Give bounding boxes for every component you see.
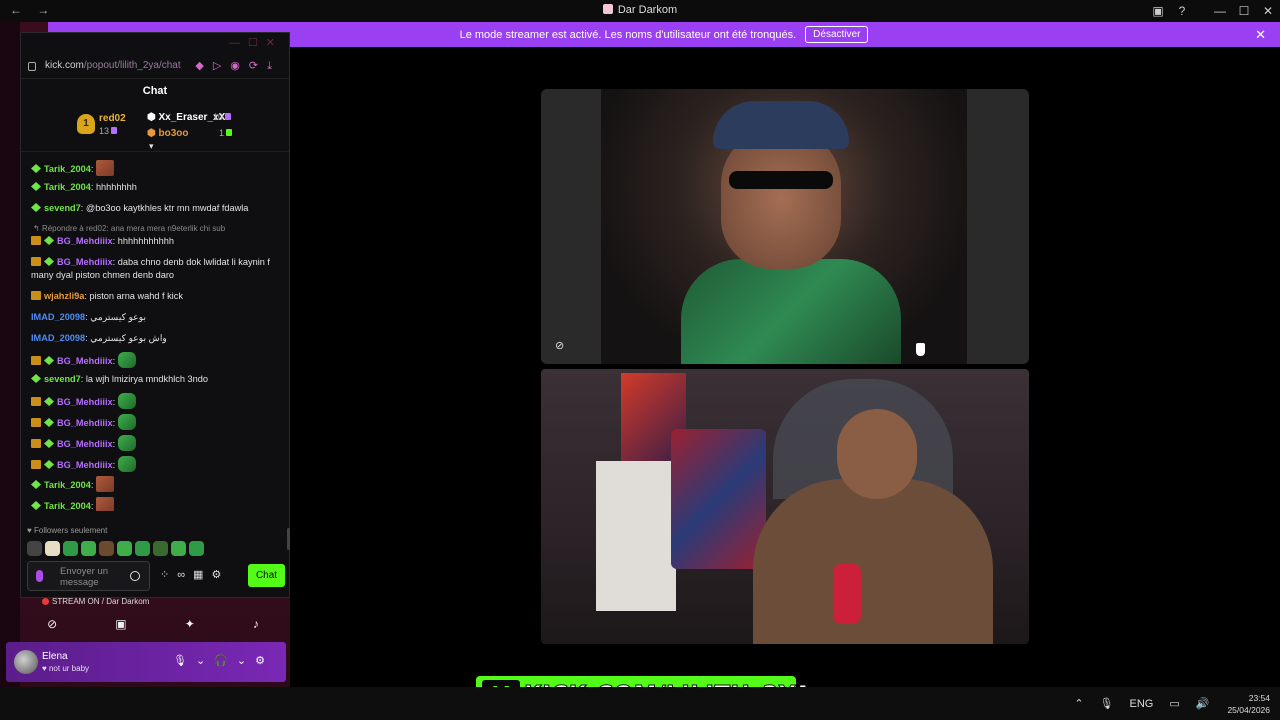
user-status: ♥ not ur baby xyxy=(42,664,90,673)
voice-controls: ⊘ ▣ ✦ ♪ xyxy=(18,610,288,638)
emote xyxy=(95,160,114,176)
popout-window-controls[interactable]: —☐✕ xyxy=(229,36,283,49)
chat-message: BG_Mehdiiix: xyxy=(31,435,283,451)
chat-message: Tarik_2004: hhhhhhhh xyxy=(31,181,283,194)
window-title-text: Dar Darkom xyxy=(617,4,678,16)
mic-icon[interactable] xyxy=(36,570,43,582)
minimize-button[interactable]: — xyxy=(1208,4,1232,18)
chat-message: wjahzli9a: piston arna wahd f kick xyxy=(31,290,283,303)
chat-header: Chat xyxy=(142,85,168,97)
url-text[interactable]: kick.com/popout/lilith_2ya/chat xyxy=(45,60,181,71)
taskbar: ⌃ 🎙 ENG ▭ 🔊 23:54 25/04/2026 xyxy=(0,687,1280,720)
chat-message: BG_Mehdiiix: hhhhhhhhhhh xyxy=(31,235,283,248)
screen-share-icon[interactable]: ▣ xyxy=(115,617,126,631)
leader-first-name[interactable]: red02 xyxy=(99,113,126,124)
emote xyxy=(117,456,136,472)
emote xyxy=(95,497,114,511)
emote xyxy=(117,352,136,368)
webcam-feed-bottom[interactable] xyxy=(541,369,1029,644)
webcam-feed-top[interactable]: ⊘ xyxy=(541,89,1029,364)
live-dot-icon xyxy=(42,598,49,605)
volume-icon[interactable]: 🔊 xyxy=(1196,697,1210,710)
chat-scrollbar[interactable] xyxy=(287,528,290,550)
close-window-button[interactable]: ✕ xyxy=(1256,4,1280,18)
popout-titlebar: —☐✕ xyxy=(21,33,289,55)
chat-input[interactable]: Envoyer un message xyxy=(27,561,150,591)
chat-tools-icons[interactable]: ⁘∞▦⚙ xyxy=(160,568,229,581)
emote xyxy=(117,414,136,430)
leader-third-count: 1 xyxy=(219,128,233,138)
emote xyxy=(117,393,136,409)
clock-date: 25/04/2026 xyxy=(1227,704,1270,715)
language-indicator[interactable]: ENG xyxy=(1130,698,1154,710)
chat-message: BG_Mehdiiix: xyxy=(31,393,283,409)
chat-message: BG_Mehdiiix: xyxy=(31,456,283,472)
send-chat-button[interactable]: Chat xyxy=(248,564,285,587)
disable-streamer-mode-button[interactable]: Désactiver xyxy=(805,26,869,43)
desktop: ← → Dar Darkom ▣ ? — ☐ ✕ Le mode streame… xyxy=(0,0,1280,720)
chat-message: sevend7: @bo3oo kaytkhles ktr mn mwdaf f… xyxy=(31,202,283,215)
chat-message: Tarik_2004: xyxy=(31,160,283,176)
soundboard-icon[interactable]: ♪ xyxy=(253,617,259,631)
rank-medal-icon: 1 xyxy=(77,114,95,134)
webcam-video xyxy=(601,89,967,364)
network-icon[interactable]: ▭ xyxy=(1169,697,1179,710)
emote xyxy=(95,476,114,492)
chat-input-row: Envoyer un message ⁘∞▦⚙ Chat xyxy=(27,561,285,591)
cast-icon[interactable]: ▣ xyxy=(1146,4,1170,18)
user-panel-icons[interactable]: 🎙⌄🎧⌄⚙ xyxy=(173,654,274,667)
maximize-button[interactable]: ☐ xyxy=(1232,4,1256,18)
window-controls: ▣ ? — ☐ ✕ xyxy=(1146,0,1280,22)
chat-popout-window: —☐✕ kick.com/popout/lilith_2ya/chat ◆▷◉⟳… xyxy=(20,32,290,598)
user-panel: Elena ♥ not ur baby 🎙⌄🎧⌄⚙ xyxy=(6,642,286,682)
url-bar-icons[interactable]: ◆▷◉⟳⤓ xyxy=(195,59,281,73)
window-title: Dar Darkom xyxy=(0,4,1280,16)
clock[interactable]: 23:54 25/04/2026 xyxy=(1227,692,1270,716)
chat-message: BG_Mehdiiix: xyxy=(31,352,283,368)
stream-status: STREAM ON / Dar Darkom xyxy=(42,597,149,606)
chat-message: IMAD_20098: بوعو كيسترمي xyxy=(31,312,147,322)
chat-message: BG_Mehdiiix: daba chno denb dok lwlidat … xyxy=(31,257,270,280)
close-icon[interactable]: ✕ xyxy=(1255,27,1266,43)
microphone-icon[interactable]: 🎙 xyxy=(1100,697,1114,710)
emote xyxy=(117,435,136,451)
leader-second-count: 10 xyxy=(213,112,232,122)
chat-input-placeholder: Envoyer un message xyxy=(60,566,109,588)
reply-context[interactable]: ↰ Répondre à red02: ana mera mera n9eter… xyxy=(33,224,225,233)
user-name: Elena xyxy=(42,651,68,662)
help-icon[interactable]: ? xyxy=(1170,4,1194,18)
emoji-icon[interactable] xyxy=(130,571,140,581)
leaderboard: 1 red02 13 ⬢ Xx_Eraser_xX 10 ⬢ bo3oo 1 ▾ xyxy=(21,101,289,151)
system-tray: ⌃ 🎙 ENG ▭ 🔊 23:54 25/04/2026 xyxy=(1066,687,1270,720)
window-titlebar: ← → Dar Darkom ▣ ? — ☐ ✕ xyxy=(0,0,1280,22)
leader-first-count: 13 xyxy=(99,126,118,136)
app-icon xyxy=(602,4,613,14)
chat-message: IMAD_20098: واش بوعو كيسترمي xyxy=(31,333,167,343)
hand-cursor-icon xyxy=(916,343,925,356)
followers-only-notice: ♥ Followers seulement xyxy=(27,526,108,535)
avatar[interactable] xyxy=(14,650,38,674)
leader-third-name[interactable]: ⬢ bo3oo xyxy=(147,128,189,139)
chat-message: BG_Mehdiiix: xyxy=(31,414,283,430)
activities-icon[interactable]: ✦ xyxy=(185,617,195,631)
lock-icon xyxy=(28,62,36,71)
url-path: /popout/lilith_2ya/chat xyxy=(83,60,181,71)
camera-off-icon[interactable]: ⊘ xyxy=(47,617,57,631)
url-domain: kick.com xyxy=(45,60,84,71)
chat-message: Tarik_2004: xyxy=(31,497,283,511)
chat-message: Tarik_2004: xyxy=(31,476,283,492)
tray-chevron-icon[interactable]: ⌃ xyxy=(1074,697,1083,710)
chat-message: sevend7: la wjh lmizirya mndkhlch 3ndo xyxy=(31,373,283,386)
clock-time: 23:54 xyxy=(1248,692,1270,703)
emote-quick-bar[interactable] xyxy=(27,541,204,556)
hide-camera-icon[interactable]: ⊘ xyxy=(555,339,564,352)
url-bar[interactable]: kick.com/popout/lilith_2ya/chat ◆▷◉⟳⤓ xyxy=(21,55,289,79)
banner-text: Le mode streamer est activé. Les noms d'… xyxy=(459,28,797,41)
chat-messages[interactable]: Tarik_2004: Tarik_2004: hhhhhhhh sevend7… xyxy=(21,151,289,511)
